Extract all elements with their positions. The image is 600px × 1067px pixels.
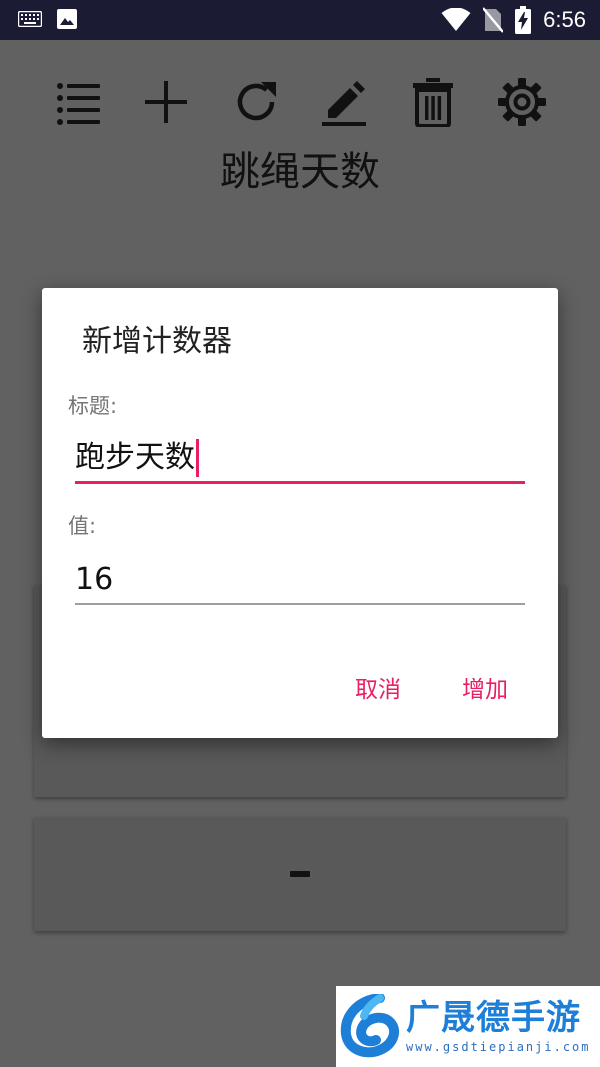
no-sim-icon	[483, 7, 504, 33]
refresh-button[interactable]	[226, 72, 286, 132]
watermark-text: 广晟德手游	[406, 998, 581, 1038]
settings-button[interactable]	[492, 72, 552, 132]
status-bar: 6:56	[0, 0, 600, 40]
wifi-icon	[441, 8, 471, 32]
image-icon	[56, 8, 78, 30]
new-counter-dialog: 新增计数器 标题: 跑步天数 值: 16 取消 增加	[42, 288, 558, 738]
battery-charging-icon	[515, 6, 532, 34]
status-bar-left	[18, 8, 78, 30]
status-bar-right: 6:56	[441, 6, 586, 34]
dialog-title: 新增计数器	[82, 324, 232, 359]
decrement-button[interactable]	[34, 817, 566, 931]
watermark-logo-icon	[340, 994, 400, 1058]
keyboard-icon	[18, 11, 42, 27]
add-icon	[145, 81, 187, 123]
watermark-url: www.gsdtiepianji.com	[406, 1040, 591, 1054]
text-cursor	[196, 439, 199, 477]
add-button[interactable]	[136, 72, 196, 132]
value-field-label: 值:	[68, 514, 97, 538]
cancel-button[interactable]: 取消	[355, 674, 401, 706]
edit-icon	[322, 81, 366, 126]
settings-icon	[498, 78, 546, 126]
delete-icon	[413, 78, 453, 127]
add-confirm-button[interactable]: 增加	[462, 674, 508, 706]
value-input[interactable]: 16	[75, 560, 525, 605]
delete-button[interactable]	[403, 72, 463, 132]
toolbar	[0, 72, 600, 132]
title-input[interactable]: 跑步天数	[75, 438, 525, 484]
status-time: 6:56	[543, 7, 586, 32]
refresh-icon	[237, 82, 276, 121]
counter-title: 跳绳天数	[220, 149, 380, 195]
menu-button[interactable]	[48, 72, 108, 132]
edit-button[interactable]	[314, 72, 374, 132]
watermark: 广晟德手游 www.gsdtiepianji.com	[336, 986, 600, 1067]
minus-icon	[34, 817, 566, 931]
title-input-value: 跑步天数	[75, 440, 195, 475]
value-input-value: 16	[75, 562, 114, 597]
menu-list-icon	[57, 83, 100, 125]
title-field-label: 标题:	[68, 394, 118, 418]
